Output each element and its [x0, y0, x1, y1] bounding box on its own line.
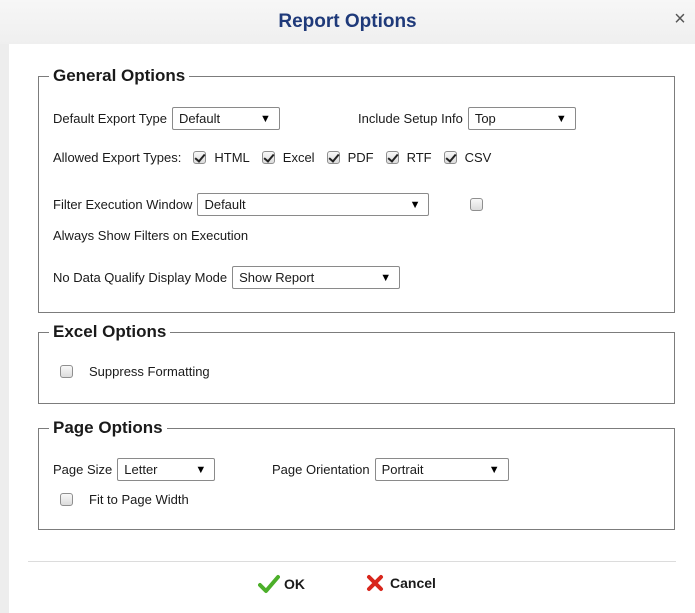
always-show-filters-label: Always Show Filters on Execution — [53, 228, 249, 243]
default-export-type-select[interactable]: Default ▼ — [171, 107, 280, 130]
page-size-value: Letter — [124, 462, 158, 477]
no-data-display-mode-select[interactable]: Show Report ▼ — [232, 266, 401, 289]
no-data-display-mode-value: Show Report — [239, 270, 315, 285]
export-type-excel[interactable]: Excel — [261, 150, 315, 165]
default-export-type-label: Default Export Type — [53, 111, 167, 126]
include-setup-info-label: Include Setup Info — [358, 111, 463, 126]
dropdown-arrow-icon: ▼ — [380, 271, 392, 284]
csv-checkbox[interactable] — [443, 151, 457, 164]
fit-to-page-width-label: Fit to Page Width — [89, 492, 189, 507]
export-type-rtf[interactable]: RTF — [385, 150, 432, 165]
dropdown-arrow-icon: ▼ — [555, 112, 567, 125]
left-edge-strip — [0, 44, 9, 613]
dialog-title: Report Options — [278, 11, 417, 32]
suppress-formatting-row: Suppress Formatting — [60, 364, 210, 379]
page-orientation-select[interactable]: Portrait ▼ — [374, 458, 509, 481]
title-bar: Report Options × — [0, 0, 695, 44]
html-label: HTML — [214, 150, 250, 165]
page-options-legend: Page Options — [53, 418, 163, 437]
html-checkbox[interactable] — [193, 151, 207, 164]
allowed-export-types-label: Allowed Export Types: — [53, 150, 182, 165]
export-type-html[interactable]: HTML — [193, 150, 250, 165]
general-options-legend: General Options — [53, 66, 186, 85]
no-data-display-mode-row: No Data Qualify Display Mode Show Report… — [53, 266, 401, 289]
rtf-label: RTF — [406, 150, 432, 165]
excel-options-group: Excel Options — [38, 322, 675, 404]
report-options-dialog: Report Options × General Options Default… — [0, 0, 695, 613]
allowed-export-types-row: Allowed Export Types: HTML Excel PDF RTF… — [53, 150, 491, 165]
page-size-select[interactable]: Letter ▼ — [117, 458, 216, 481]
page-size-row: Page Size Letter ▼ — [53, 458, 216, 481]
filter-execution-window-row: Filter Execution Window Default ▼ — [53, 193, 484, 216]
default-export-type-value: Default — [178, 111, 221, 126]
x-icon — [366, 574, 384, 592]
cancel-button[interactable]: Cancel — [366, 574, 436, 592]
footer-divider — [28, 561, 676, 562]
always-show-filters-row: Always Show Filters on Execution — [53, 228, 248, 243]
include-setup-info-row: Include Setup Info Top ▼ — [358, 107, 576, 130]
filter-execution-window-value: Default — [204, 197, 246, 212]
ok-label: OK — [284, 576, 305, 592]
include-setup-info-select[interactable]: Top ▼ — [467, 107, 576, 130]
dropdown-arrow-icon: ▼ — [409, 198, 421, 211]
excel-checkbox[interactable] — [261, 151, 275, 164]
cancel-label: Cancel — [390, 575, 436, 591]
excel-label: Excel — [282, 150, 315, 165]
dropdown-arrow-icon: ▼ — [195, 463, 207, 476]
dropdown-arrow-icon: ▼ — [260, 112, 271, 125]
dropdown-arrow-icon: ▼ — [488, 463, 500, 476]
pdf-label: PDF — [347, 150, 374, 165]
checkmark-icon — [258, 574, 280, 594]
always-show-filters-checkbox[interactable] — [470, 198, 484, 211]
page-size-label: Page Size — [53, 462, 113, 477]
excel-options-legend: Excel Options — [53, 322, 167, 341]
default-export-type-row: Default Export Type Default ▼ — [53, 107, 280, 130]
ok-button[interactable]: OK — [258, 574, 305, 594]
fit-to-page-width-row: Fit to Page Width — [60, 492, 189, 507]
include-setup-info-value: Top — [474, 111, 496, 126]
page-orientation-value: Portrait — [381, 462, 424, 477]
close-icon[interactable]: × — [671, 9, 689, 29]
page-orientation-label: Page Orientation — [272, 462, 370, 477]
suppress-formatting-label: Suppress Formatting — [89, 364, 210, 379]
page-orientation-row: Page Orientation Portrait ▼ — [272, 458, 509, 481]
export-type-pdf[interactable]: PDF — [326, 150, 374, 165]
csv-label: CSV — [464, 150, 492, 165]
export-type-csv[interactable]: CSV — [443, 150, 492, 165]
suppress-formatting-checkbox[interactable] — [60, 365, 73, 378]
rtf-checkbox[interactable] — [385, 151, 399, 164]
pdf-checkbox[interactable] — [326, 151, 340, 164]
no-data-display-mode-label: No Data Qualify Display Mode — [53, 270, 228, 285]
fit-to-page-width-checkbox[interactable] — [60, 493, 73, 506]
filter-execution-window-select[interactable]: Default ▼ — [197, 193, 430, 216]
filter-execution-window-label: Filter Execution Window — [53, 197, 193, 212]
